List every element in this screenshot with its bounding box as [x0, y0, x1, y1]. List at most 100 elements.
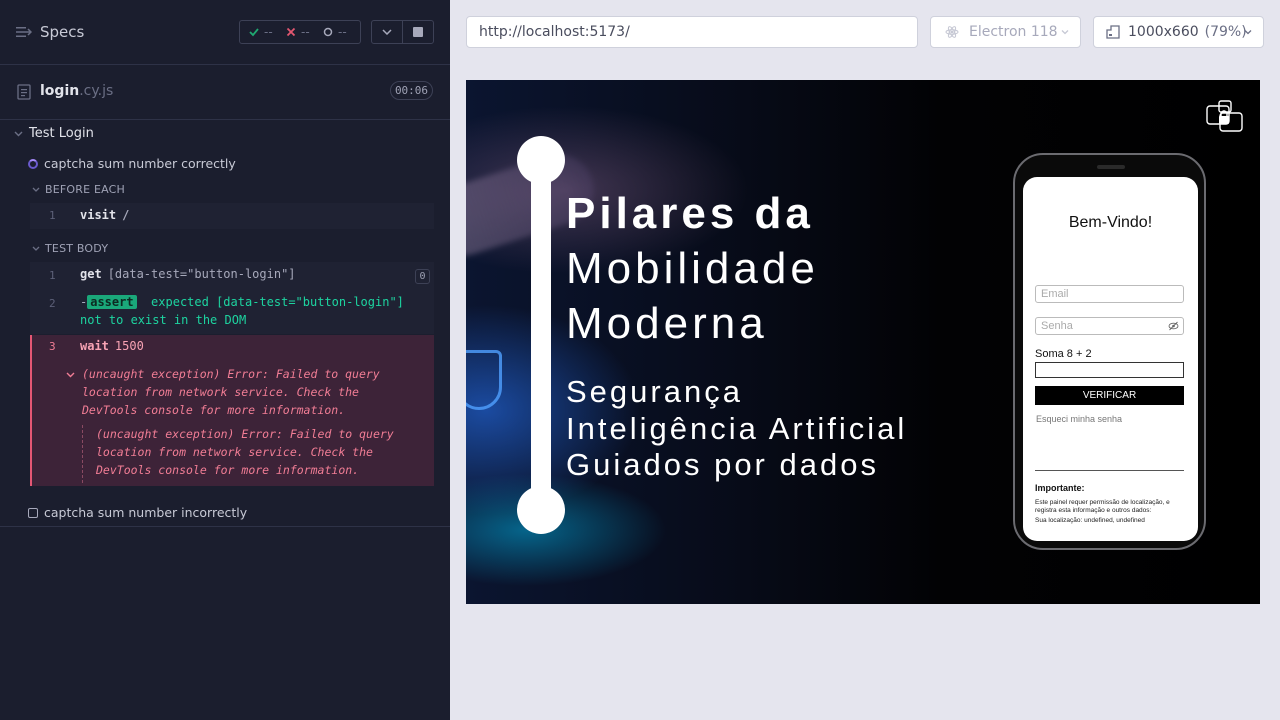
element-count-badge: 0 — [415, 269, 430, 284]
failed-stat: -- — [277, 25, 314, 39]
error-line: location from network service. Check the — [96, 445, 373, 459]
viewport-selector[interactable]: 1000x660 (79%) — [1093, 16, 1264, 48]
command-name-wrap: visit / — [80, 208, 129, 222]
document-icon — [17, 84, 31, 100]
viewport-size: 1000x660 — [1128, 24, 1199, 40]
phone-screen: Bem-Vindo! Email Senha Soma 8 + 2 VERIFI… — [1023, 177, 1198, 541]
verify-button[interactable]: VERIFICAR — [1035, 386, 1184, 405]
test-row-running[interactable]: captcha sum number correctly — [28, 156, 236, 171]
command-number: 1 — [49, 209, 56, 222]
divider — [1035, 470, 1184, 471]
subline-security: Segurança — [566, 374, 743, 409]
pending-stat: -- — [314, 25, 351, 39]
command-get[interactable]: 1 get [data-test="button-login"] 0 — [30, 262, 434, 290]
error-line: DevTools console for more information. — [82, 403, 346, 417]
x-icon — [286, 27, 296, 37]
app-preview: Pilares da Mobilidade Moderna Segurança … — [466, 80, 1260, 604]
stop-icon — [413, 27, 424, 37]
running-spinner-icon — [28, 158, 38, 169]
test-title: captcha sum number correctly — [44, 156, 236, 171]
chevron-down-icon — [1061, 30, 1069, 35]
command-assert[interactable]: 2 - assert expected [data-test="button-lo… — [30, 290, 434, 334]
failed-command-wait[interactable]: 3 wait 1500 (uncaught exception) Error: F… — [30, 335, 434, 486]
phone-notch — [1097, 165, 1125, 169]
pending-count: -- — [338, 25, 347, 39]
command-visit[interactable]: 1 visit / — [30, 203, 434, 229]
welcome-title: Bem-Vindo! — [1068, 214, 1153, 231]
captcha-label: Soma 8 + 2 — [1035, 348, 1092, 360]
chevron-down-icon — [14, 131, 23, 136]
command-name: get — [80, 267, 102, 281]
spec-file-ext: .cy.js — [79, 83, 114, 99]
decorative-timeline-bar — [531, 160, 551, 510]
check-icon — [249, 28, 259, 37]
specs-title[interactable]: Specs — [40, 23, 84, 41]
phone-mockup: Bem-Vindo! Email Senha Soma 8 + 2 VERIFI… — [1013, 153, 1206, 550]
test-stats: -- -- -- — [239, 20, 361, 44]
email-field[interactable]: Email — [1035, 285, 1184, 303]
eye-off-icon[interactable] — [1168, 321, 1179, 331]
run-controls — [371, 20, 434, 44]
assert-tag: assert — [87, 295, 137, 309]
command-name-wrap: get [data-test="button-login"] — [80, 267, 296, 281]
password-field[interactable]: Senha — [1035, 317, 1184, 335]
command-name-wrap: wait 1500 — [80, 339, 144, 353]
command-number: 3 — [49, 340, 56, 353]
chevron-down-icon[interactable] — [66, 372, 75, 378]
captcha-input[interactable] — [1035, 362, 1184, 378]
ruler-icon — [1106, 25, 1120, 39]
error-line: location from network service. Check the — [82, 385, 359, 399]
hook-label: BEFORE EACH — [45, 183, 126, 196]
command-arg: [data-test="button-login"] — [107, 267, 296, 281]
failed-count: -- — [301, 25, 310, 39]
forgot-password-link[interactable]: Esqueci minha senha — [1036, 414, 1122, 424]
pending-circle-icon — [323, 27, 333, 37]
url-bar[interactable]: http://localhost:5173/ — [466, 16, 918, 48]
test-row-pending[interactable]: captcha sum number incorrectly — [28, 505, 247, 520]
location-notice: Este painel requer permissão de localiza… — [1035, 499, 1170, 514]
specs-header: Specs -- -- -- — [0, 0, 450, 65]
suite-title: Test Login — [29, 126, 94, 141]
subline-ai: Inteligência Artificial — [566, 411, 908, 446]
shield-icon — [466, 350, 502, 410]
error-line: DevTools console for more information. — [96, 463, 360, 477]
spec-file-row: login.cy.js 00:06 — [0, 65, 450, 120]
expand-button[interactable] — [372, 21, 402, 43]
divider — [0, 526, 450, 527]
run-duration: 00:06 — [390, 81, 433, 100]
headline-line-1: Pilares da — [566, 189, 814, 238]
command-arg: / — [122, 208, 130, 222]
spec-file-name[interactable]: login.cy.js — [40, 83, 113, 99]
timeline-dot-top — [517, 136, 565, 184]
command-log-panel: Specs -- -- -- login.cy.js 00:06 Test Lo… — [0, 0, 450, 720]
test-title: captcha sum number incorrectly — [44, 505, 248, 520]
assert-line-1: - assert expected [data-test="button-logi… — [80, 293, 404, 311]
password-placeholder: Senha — [1041, 320, 1073, 332]
error-detail: (uncaught exception) Error: Failed to qu… — [82, 425, 434, 483]
command-name: visit — [80, 208, 117, 222]
browser-selector[interactable]: Electron 118 — [930, 16, 1081, 48]
lock-logo-icon — [1206, 100, 1243, 132]
assert-line-2: not to exist in the DOM — [80, 313, 247, 327]
timeline-dot-bottom — [517, 486, 565, 534]
specs-menu-icon[interactable] — [16, 24, 32, 40]
before-each-hook[interactable]: BEFORE EACH — [32, 183, 125, 196]
electron-icon — [945, 26, 959, 38]
command-name: wait — [80, 339, 109, 353]
hook-label: TEST BODY — [45, 242, 109, 255]
error-detail-text: (uncaught exception) Error: Failed to qu… — [96, 425, 394, 479]
assert-message: expected [data-test="button-login"] — [151, 295, 404, 309]
chevron-down-icon — [382, 29, 392, 35]
chevron-down-icon — [32, 246, 40, 251]
subline-data: Guiados por dados — [566, 447, 879, 482]
passed-stat: -- — [240, 25, 277, 39]
headline-line-3: Moderna — [566, 299, 768, 348]
command-arg: 1500 — [114, 339, 144, 353]
error-line: (uncaught exception) Error: Failed to qu… — [96, 427, 394, 441]
spec-file-basename: login — [40, 83, 80, 99]
test-body-hook[interactable]: TEST BODY — [32, 242, 108, 255]
location-readout: Sua localização: undefined, undefined — [1035, 517, 1145, 524]
error-message[interactable]: (uncaught exception) Error: Failed to qu… — [82, 365, 380, 419]
suite-title-row[interactable]: Test Login — [14, 126, 94, 141]
stop-button[interactable] — [402, 21, 433, 43]
